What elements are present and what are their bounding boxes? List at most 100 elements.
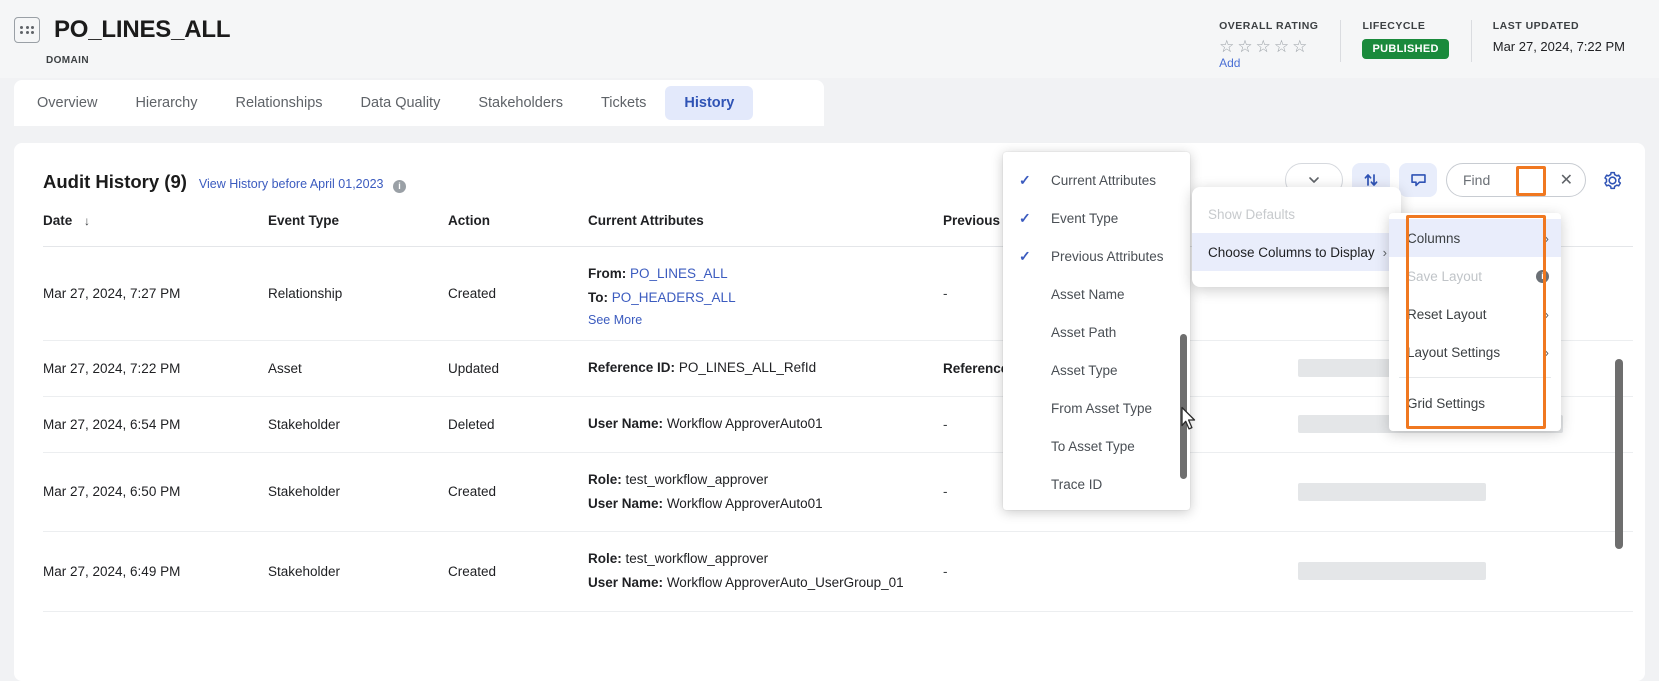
attr-label: User Name: — [588, 415, 664, 431]
tab-bar: Overview Hierarchy Relationships Data Qu… — [14, 80, 824, 126]
menu-item-save-layout: Save Layout i — [1389, 257, 1561, 295]
overall-rating-label: OVERALL RATING — [1219, 20, 1319, 32]
see-more-link[interactable]: See More — [588, 313, 943, 327]
asset-title-row: PO_LINES_ALL — [14, 16, 231, 44]
chevron-right-icon: › — [1544, 344, 1549, 360]
column-header-current-attributes[interactable]: Current Attributes — [588, 213, 943, 228]
attr-line: User Name: Workflow ApproverAuto_UserGro… — [588, 573, 943, 593]
menu-item-label: Save Layout — [1407, 268, 1483, 284]
attr-line: User Name: Workflow ApproverAuto01 — [588, 494, 943, 514]
checkmark-icon: ✓ — [1019, 171, 1031, 188]
menu-item-label: Grid Settings — [1407, 395, 1486, 411]
view-history-link[interactable]: View History before April 01,2023 — [199, 177, 384, 191]
cell-event: Stakeholder — [268, 484, 341, 500]
page-title: PO_LINES_ALL — [54, 16, 231, 43]
cell-current-attributes: Role: test_workflow_approver User Name: … — [588, 545, 943, 598]
add-rating-link[interactable]: Add — [1219, 56, 1318, 70]
search-input[interactable]: Find ✕ — [1446, 163, 1586, 197]
lifecycle-cell: LIFECYCLE PUBLISHED — [1340, 20, 1470, 62]
attr-label: Role: — [588, 471, 622, 487]
grid-vertical-scrollbar[interactable] — [1615, 359, 1623, 549]
cell-date: Mar 27, 2024, 7:27 PM — [43, 285, 181, 301]
audit-history-title: Audit History (9) — [43, 171, 187, 192]
menu-item-label: Reset Layout — [1407, 306, 1487, 322]
arrow-down-icon[interactable]: ↓ — [84, 214, 90, 228]
menu-item-event-type[interactable]: ✓ Event Type — [1003, 199, 1190, 237]
checkmark-icon: ✓ — [1019, 247, 1031, 264]
attr-line: To: PO_HEADERS_ALL — [588, 288, 943, 308]
star-icon[interactable]: ☆ — [1256, 38, 1271, 55]
comment-button[interactable] — [1399, 163, 1437, 197]
attr-value-link[interactable]: PO_HEADERS_ALL — [612, 290, 736, 305]
attr-label: From: — [588, 266, 627, 281]
cell-previous-label: Reference — [943, 360, 1009, 376]
menu-item-layout-settings[interactable]: Layout Settings › — [1389, 333, 1561, 371]
attr-value: Workflow ApproverAuto_UserGroup_01 — [666, 575, 904, 591]
attr-line: Role: test_workflow_approver — [588, 549, 943, 569]
menu-item-label: To Asset Type — [1051, 438, 1135, 454]
gear-icon — [1603, 171, 1621, 189]
last-updated-label: LAST UPDATED — [1492, 20, 1580, 32]
menu-item-previous-attributes[interactable]: ✓ Previous Attributes — [1003, 237, 1190, 275]
find-placeholder: Find — [1463, 172, 1491, 188]
star-icon[interactable]: ☆ — [1292, 38, 1307, 55]
menu-divider — [1399, 377, 1551, 378]
cell-event: Asset — [268, 360, 302, 376]
menu-item-label: Choose Columns to Display — [1208, 244, 1375, 260]
menu-item-label: Show Defaults — [1208, 206, 1296, 222]
tab-history[interactable]: History — [665, 86, 754, 120]
attr-label: User Name: — [588, 575, 664, 591]
cell-date: Mar 27, 2024, 7:22 PM — [43, 360, 181, 376]
menu-item-trace-id[interactable]: Trace ID — [1003, 465, 1190, 503]
mouse-cursor — [1181, 406, 1196, 430]
cell-current-attributes: From: PO_LINES_ALL To: PO_HEADERS_ALL Se… — [588, 260, 943, 327]
menu-item-columns[interactable]: Columns › — [1389, 219, 1561, 257]
attr-value: Workflow ApproverAuto01 — [666, 495, 823, 511]
menu-item-asset-type[interactable]: Asset Type — [1003, 351, 1190, 389]
column-header-date[interactable]: Date ↓ — [43, 213, 268, 228]
grid-settings-button[interactable] — [1595, 163, 1629, 197]
table-row[interactable]: Mar 27, 2024, 6:50 PM Stakeholder Create… — [43, 453, 1633, 532]
menu-item-current-attributes[interactable]: ✓ Current Attributes — [1003, 161, 1190, 199]
attr-value: test_workflow_approver — [625, 471, 769, 487]
menu-item-reset-layout[interactable]: Reset Layout › — [1389, 295, 1561, 333]
close-icon[interactable]: ✕ — [1560, 170, 1573, 190]
cell-action: Created — [448, 285, 497, 301]
tab-data-quality[interactable]: Data Quality — [342, 86, 460, 120]
menu-item-asset-name[interactable]: Asset Name — [1003, 275, 1190, 313]
menu-item-label: Asset Path — [1051, 324, 1117, 340]
grid-dots-icon — [14, 17, 40, 43]
tab-hierarchy[interactable]: Hierarchy — [116, 86, 216, 120]
gear-settings-menu: Columns › Save Layout i Reset Layout › L… — [1389, 213, 1561, 431]
view-history-link-wrap[interactable]: View History before April 01,2023 i — [199, 175, 406, 193]
attr-value-link[interactable]: PO_LINES_ALL — [630, 266, 728, 281]
cell-event: Relationship — [268, 285, 343, 301]
star-icon[interactable]: ☆ — [1237, 38, 1252, 55]
tab-tickets[interactable]: Tickets — [582, 86, 665, 120]
column-header-action[interactable]: Action — [448, 213, 588, 228]
column-header-event-type[interactable]: Event Type — [268, 213, 448, 228]
tab-stakeholders[interactable]: Stakeholders — [459, 86, 582, 120]
cell-extra — [1298, 562, 1598, 581]
menu-item-to-asset-type[interactable]: To Asset Type — [1003, 427, 1190, 465]
menu-item-choose-columns-to-display[interactable]: Choose Columns to Display › — [1192, 233, 1401, 271]
attr-line: From: PO_LINES_ALL — [588, 264, 943, 284]
cell-extra — [1298, 482, 1598, 501]
info-icon[interactable]: i — [392, 179, 406, 193]
rating-stars[interactable]: ☆ ☆ ☆ ☆ ☆ — [1219, 38, 1318, 55]
menu-item-asset-path[interactable]: Asset Path — [1003, 313, 1190, 351]
tab-overview[interactable]: Overview — [18, 86, 116, 120]
cell-current-attributes: Reference ID: PO_LINES_ALL_RefId — [588, 354, 943, 382]
attr-value: Workflow ApproverAuto01 — [666, 415, 823, 431]
star-icon[interactable]: ☆ — [1274, 38, 1289, 55]
menu-item-label: Asset Type — [1051, 362, 1118, 378]
menu-item-from-asset-type[interactable]: From Asset Type — [1003, 389, 1190, 427]
tab-relationships[interactable]: Relationships — [216, 86, 341, 120]
table-row[interactable]: Mar 27, 2024, 6:49 PM Stakeholder Create… — [43, 532, 1633, 612]
menu-item-grid-settings[interactable]: Grid Settings — [1389, 384, 1561, 422]
status-badge: PUBLISHED — [1362, 39, 1449, 59]
page-header: PO_LINES_ALL DOMAIN OVERALL RATING ☆ ☆ ☆… — [0, 0, 1659, 78]
star-icon[interactable]: ☆ — [1219, 38, 1234, 55]
attr-label: To: — [588, 290, 608, 306]
cell-date: Mar 27, 2024, 6:54 PM — [43, 416, 181, 432]
